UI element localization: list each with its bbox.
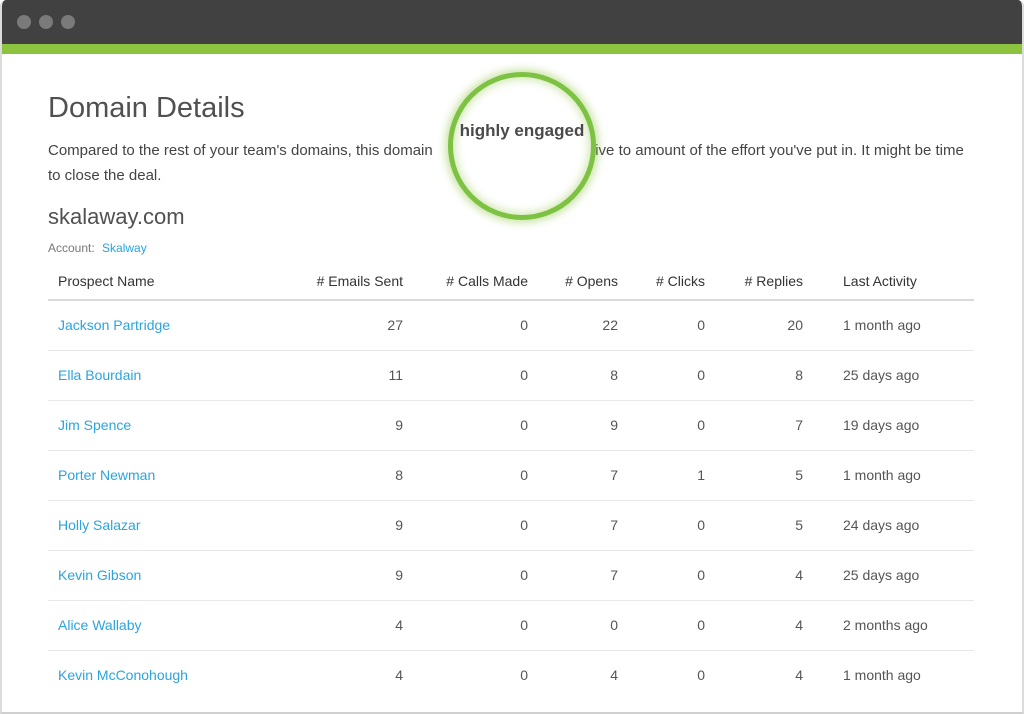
header-last-activity[interactable]: Last Activity	[813, 263, 974, 301]
replies-cell: 20	[715, 300, 813, 351]
table-row: Jim Spence 9 0 9 0 7 19 days ago	[48, 400, 974, 451]
prospects-table: Prospect Name # Emails Sent # Calls Made…	[48, 263, 974, 700]
emails-sent-cell: 8	[298, 450, 413, 501]
clicks-cell: 0	[628, 400, 715, 451]
table-row: Ella Bourdain 11 0 8 0 8 25 days ago	[48, 350, 974, 401]
highlight-text: highly engaged	[459, 121, 585, 140]
prospect-name-link[interactable]: Porter Newman	[48, 450, 298, 501]
table-row: Jackson Partridge 27 0 22 0 20 1 month ago	[48, 300, 974, 351]
opens-cell: 7	[538, 550, 628, 601]
header-replies[interactable]: # Replies	[715, 263, 813, 301]
last-activity-cell: 1 month ago	[843, 667, 921, 684]
opens-cell: 4	[610, 667, 618, 684]
replies-cell: 4	[795, 667, 803, 684]
calls-made-cell: 0	[413, 600, 538, 651]
last-activity-cell: 24 days ago	[813, 500, 974, 551]
prospect-name-link[interactable]: Kevin Gibson	[48, 550, 298, 601]
clicks-cell: 0	[628, 350, 715, 401]
opens-cell: 7	[538, 500, 628, 551]
opens-cell: 0	[538, 600, 628, 651]
table-row: Holly Salazar 9 0 7 0 5 24 days ago	[48, 500, 974, 551]
last-activity-cell: 2 months ago	[813, 600, 974, 651]
calls-made-cell: 0	[413, 550, 538, 601]
last-activity-cell: 25 days ago	[813, 550, 974, 601]
replies-cell: 4	[715, 550, 813, 601]
opens-cell: 7	[538, 450, 628, 501]
last-activity-cell: 1 month ago	[813, 450, 974, 501]
calls-made-cell: 0	[520, 667, 528, 684]
accent-bar	[2, 44, 1022, 54]
account-row: Account: Skalway	[48, 241, 147, 255]
browser-window: Domain Details Compared to the rest of y…	[0, 0, 1024, 714]
clicks-cell: 1	[628, 450, 715, 501]
prospect-name-link[interactable]: Jackson Partridge	[48, 300, 298, 351]
account-link[interactable]: Skalway	[102, 241, 147, 255]
clicks-cell: 0	[628, 600, 715, 651]
highlight-circle	[448, 72, 596, 220]
header-calls-made[interactable]: # Calls Made	[413, 263, 538, 301]
calls-made-cell: 0	[413, 350, 538, 401]
window-minimize-button[interactable]	[39, 15, 53, 29]
table-row: Porter Newman 8 0 7 1 5 1 month ago	[48, 450, 974, 501]
header-clicks[interactable]: # Clicks	[628, 263, 715, 301]
last-activity-cell: 25 days ago	[813, 350, 974, 401]
window-titlebar	[2, 0, 1022, 44]
opens-cell: 9	[538, 400, 628, 451]
replies-cell: 8	[715, 350, 813, 401]
prospect-name-link[interactable]: Alice Wallaby	[48, 600, 298, 651]
table-row: Kevin Gibson 9 0 7 0 4 25 days ago	[48, 550, 974, 601]
calls-made-cell: 0	[413, 300, 538, 351]
calls-made-cell: 0	[413, 500, 538, 551]
emails-sent-cell: 9	[298, 500, 413, 551]
window-close-button[interactable]	[17, 15, 31, 29]
replies-cell: 5	[715, 500, 813, 551]
opens-cell: 8	[538, 350, 628, 401]
emails-sent-cell: 9	[298, 550, 413, 601]
prospect-name-link[interactable]: Jim Spence	[48, 400, 298, 451]
account-label: Account:	[48, 241, 95, 255]
clicks-cell: 0	[697, 667, 705, 684]
calls-made-cell: 0	[413, 400, 538, 451]
table-row: Kevin McConohough 4 0 4 0 4 1 month ago	[48, 650, 974, 700]
calls-made-cell: 0	[413, 450, 538, 501]
last-activity-cell: 19 days ago	[813, 400, 974, 451]
table-row: Alice Wallaby 4 0 0 0 4 2 months ago	[48, 600, 974, 651]
header-emails-sent[interactable]: # Emails Sent	[298, 263, 413, 301]
opens-cell: 22	[538, 300, 628, 351]
last-activity-cell: 1 month ago	[813, 300, 974, 351]
window-maximize-button[interactable]	[61, 15, 75, 29]
replies-cell: 4	[715, 600, 813, 651]
header-opens[interactable]: # Opens	[538, 263, 628, 301]
intro-text-before: Compared to the rest of your team's doma…	[48, 142, 433, 159]
clicks-cell: 0	[628, 550, 715, 601]
replies-cell: 5	[715, 450, 813, 501]
emails-sent-cell: 9	[298, 400, 413, 451]
prospect-name-link[interactable]: Kevin McConohough	[48, 650, 298, 700]
emails-sent-cell: 4	[298, 600, 413, 651]
emails-sent-cell: 11	[298, 350, 413, 401]
prospect-name-link[interactable]: Ella Bourdain	[48, 350, 298, 401]
emails-sent-cell: 4	[395, 667, 403, 684]
domain-name: skalaway.com	[48, 204, 185, 229]
emails-sent-cell: 27	[298, 300, 413, 351]
clicks-cell: 0	[628, 300, 715, 351]
header-prospect-name[interactable]: Prospect Name	[48, 263, 298, 301]
replies-cell: 7	[715, 400, 813, 451]
table-header-row: Prospect Name # Emails Sent # Calls Made…	[48, 263, 974, 301]
clicks-cell: 0	[628, 500, 715, 551]
page-title: Domain Details	[48, 92, 245, 124]
prospect-name-link[interactable]: Holly Salazar	[48, 500, 298, 551]
